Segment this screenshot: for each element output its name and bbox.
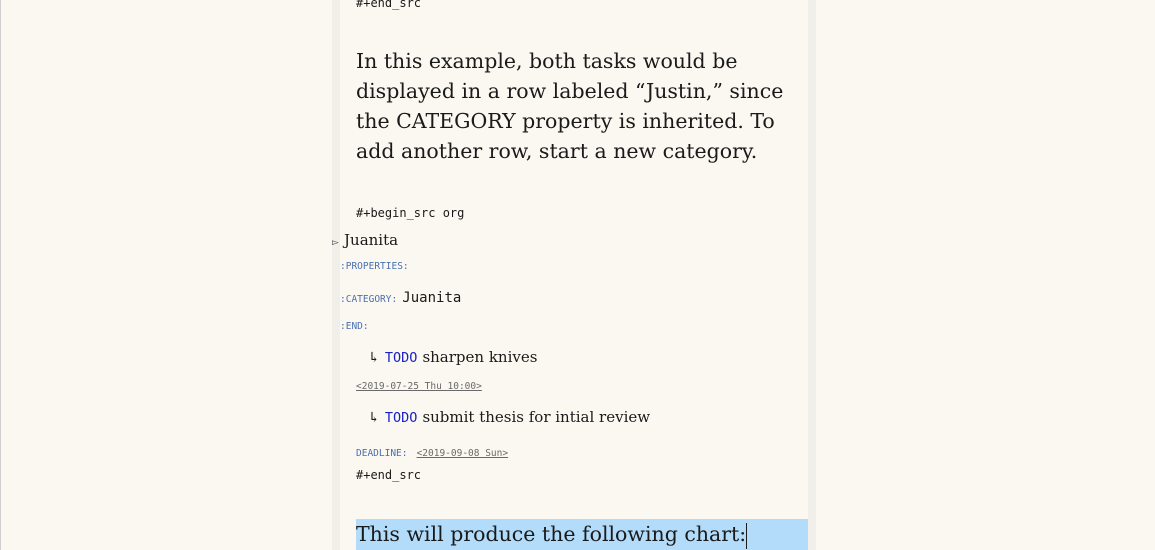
subtask-arrow-icon: ↳	[368, 410, 380, 426]
properties-drawer-end: :END:	[340, 321, 369, 332]
category-property: :CATEGORY: Juanita	[340, 287, 461, 306]
task-item[interactable]: ↳ TODO submit thesis for intial review	[368, 407, 650, 426]
task-text: sharpen knives	[422, 348, 538, 366]
heading-fold-icon[interactable]: ▻	[332, 238, 339, 248]
deadline-line: DEADLINE: <2019-09-08 Sun>	[356, 441, 508, 460]
deadline-timestamp[interactable]: <2019-09-08 Sun>	[417, 448, 509, 459]
category-value: Juanita	[402, 290, 462, 306]
window-left-border	[0, 0, 1, 550]
body-paragraph: In this example, both tasks would be dis…	[356, 49, 784, 163]
category-key: :CATEGORY:	[340, 294, 398, 305]
begin-src-marker: #+begin_src org	[356, 206, 465, 220]
properties-drawer-start: :PROPERTIES:	[340, 261, 409, 272]
highlighted-sentence-text: This will produce the following chart:	[356, 522, 747, 546]
subtask-arrow-icon: ↳	[368, 350, 380, 366]
task-item[interactable]: ↳ TODO sharpen knives	[368, 347, 537, 366]
todo-keyword[interactable]: TODO	[385, 410, 418, 426]
left-margin-gutter	[332, 0, 340, 550]
scheduled-timestamp[interactable]: <2019-07-25 Thu 10:00>	[356, 381, 482, 392]
right-margin-gutter	[808, 0, 816, 550]
org-heading[interactable]: ▻ Juanita	[332, 230, 398, 249]
task-text: submit thesis for intial review	[422, 408, 651, 426]
end-src-marker-bottom: #+end_src	[356, 468, 422, 482]
todo-keyword[interactable]: TODO	[385, 350, 418, 366]
heading-title: Juanita	[344, 231, 399, 249]
end-src-marker-top: #+end_src	[356, 0, 422, 10]
deadline-key: DEADLINE:	[356, 448, 408, 459]
highlighted-sentence[interactable]: This will produce the following chart:	[356, 519, 748, 550]
text-cursor	[746, 522, 748, 549]
